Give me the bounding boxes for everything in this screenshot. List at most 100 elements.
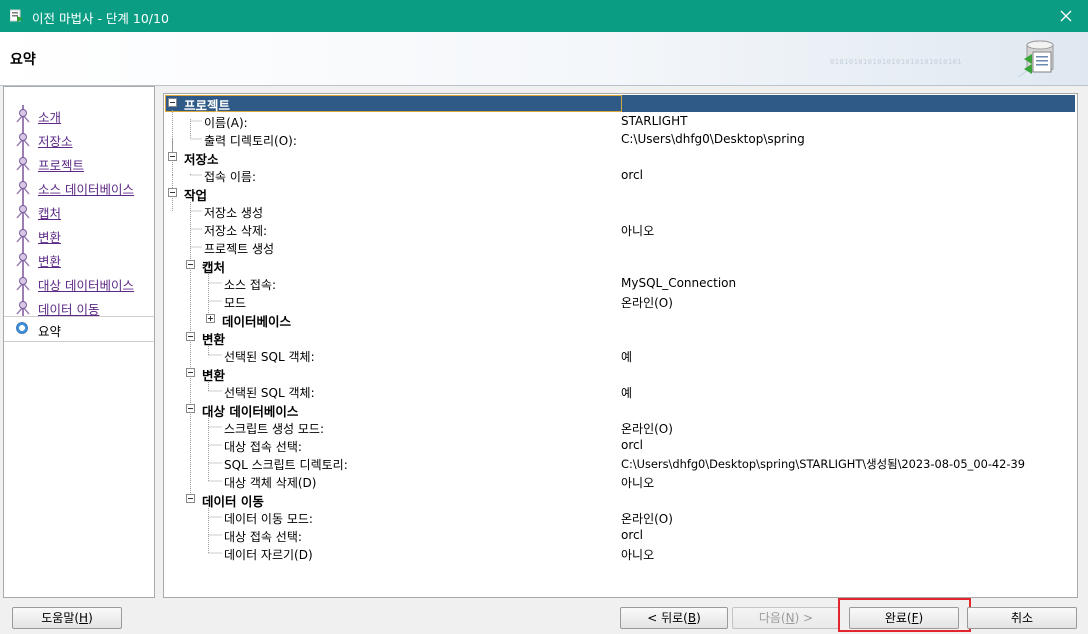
- tree-node-databases[interactable]: 데이터베이스: [164, 310, 1077, 329]
- property-value: 예: [621, 386, 633, 400]
- property-label: SQL 스크립트 디렉토리:: [224, 458, 348, 472]
- tree-node-project[interactable]: 프로젝트: [164, 94, 1077, 113]
- property-value: C:\Users\dhfg0\Desktop\spring\STARLIGHT\…: [621, 457, 1026, 471]
- step-capture[interactable]: 캡처: [4, 199, 154, 223]
- property-label: 대상 접속 선택:: [224, 530, 302, 544]
- property-value: orcl: [621, 168, 643, 182]
- step-node-icon: [16, 181, 30, 195]
- tree-row[interactable]: 저장소 생성: [164, 202, 1077, 220]
- step-convert-2[interactable]: 변환: [4, 247, 154, 271]
- help-key: H: [79, 611, 89, 625]
- property-value: 아니오: [621, 224, 655, 238]
- step-convert-1[interactable]: 변환: [4, 223, 154, 247]
- property-label: 데이터 이동 모드:: [224, 512, 313, 526]
- property-value: C:\Users\dhfg0\Desktop\spring: [621, 132, 805, 146]
- tree-row[interactable]: 이름(A): STARLIGHT: [164, 112, 1077, 130]
- tree-node-convert-2[interactable]: 변환: [164, 364, 1077, 383]
- property-value: orcl: [621, 438, 643, 452]
- window-title: 이전 마법사 - 단계 10/10: [32, 11, 169, 26]
- step-node-icon: [16, 277, 30, 291]
- collapse-toggle[interactable]: [168, 152, 177, 161]
- property-label: 프로젝트 생성: [204, 242, 275, 256]
- step-link[interactable]: 저장소: [38, 131, 73, 150]
- page-title: 요약: [10, 52, 36, 68]
- collapse-toggle[interactable]: [186, 260, 195, 269]
- back-close: ): [696, 611, 701, 625]
- tree-row[interactable]: 선택된 SQL 객체: 예: [164, 346, 1077, 364]
- step-link[interactable]: 프로젝트: [38, 155, 84, 174]
- step-link[interactable]: 소스 데이터베이스: [38, 179, 134, 198]
- property-label: 선택된 SQL 객체:: [224, 350, 315, 364]
- tree-node-capture[interactable]: 캡처: [164, 256, 1077, 275]
- step-node-icon: [16, 133, 30, 147]
- property-value: 아니오: [621, 476, 655, 490]
- collapse-toggle[interactable]: [186, 494, 195, 503]
- cancel-label: 취소: [1010, 611, 1034, 625]
- tree-row[interactable]: 선택된 SQL 객체: 예: [164, 382, 1077, 400]
- step-link[interactable]: 캡처: [38, 203, 61, 222]
- tree-row[interactable]: 소스 접속: MySQL_Connection: [164, 274, 1077, 292]
- tree-row[interactable]: 데이터 이동 모드: 온라인(O): [164, 508, 1077, 526]
- property-label: 선택된 SQL 객체:: [224, 386, 315, 400]
- step-node-icon: [16, 109, 30, 123]
- property-value: orcl: [621, 528, 643, 542]
- property-label: 소스 접속:: [224, 278, 277, 292]
- tree-row[interactable]: 스크립트 생성 모드: 온라인(O): [164, 418, 1077, 436]
- step-source-database[interactable]: 소스 데이터베이스: [4, 175, 154, 199]
- step-link[interactable]: 소개: [38, 107, 61, 126]
- tree-row[interactable]: 대상 접속 선택: orcl: [164, 526, 1077, 544]
- tree-row[interactable]: 접속 이름: orcl: [164, 166, 1077, 184]
- step-link[interactable]: 변환: [38, 251, 61, 270]
- step-node-icon: [16, 157, 30, 171]
- step-node-icon: [16, 301, 30, 315]
- next-key: N: [785, 611, 795, 625]
- tree-row[interactable]: SQL 스크립트 디렉토리: C:\Users\dhfg0\Desktop\sp…: [164, 454, 1077, 472]
- step-intro[interactable]: 소개: [4, 103, 154, 127]
- tree-row[interactable]: 대상 객체 삭제(D) 아니오: [164, 472, 1077, 490]
- collapse-toggle[interactable]: [186, 332, 195, 341]
- collapse-toggle[interactable]: [168, 98, 177, 107]
- back-button[interactable]: < 뒤로(B): [620, 607, 728, 629]
- property-value: MySQL_Connection: [621, 276, 737, 290]
- step-target-database[interactable]: 대상 데이터베이스: [4, 271, 154, 295]
- property-value: 예: [621, 350, 633, 364]
- property-label: 모드: [224, 296, 247, 310]
- tree-node-repository[interactable]: 저장소: [164, 148, 1077, 167]
- property-label: 저장소 삭제:: [204, 224, 268, 238]
- tree-row[interactable]: 대상 접속 선택: orcl: [164, 436, 1077, 454]
- tree-row[interactable]: 출력 디렉토리(O): C:\Users\dhfg0\Desktop\sprin…: [164, 130, 1077, 148]
- tree-row[interactable]: 프로젝트 생성: [164, 238, 1077, 256]
- help-button[interactable]: 도움말(H): [12, 607, 122, 629]
- tree-node-convert-1[interactable]: 변환: [164, 328, 1077, 347]
- step-link[interactable]: 대상 데이터베이스: [38, 275, 134, 294]
- back-label: < 뒤로(: [647, 611, 688, 625]
- expand-toggle[interactable]: [206, 314, 215, 323]
- property-label: 대상 객체 삭제(D): [224, 476, 317, 490]
- property-label: 스크립트 생성 모드:: [224, 422, 324, 436]
- collapse-toggle[interactable]: [168, 188, 177, 197]
- close-button[interactable]: [1044, 0, 1088, 32]
- step-repository[interactable]: 저장소: [4, 127, 154, 151]
- next-close: ) >: [794, 611, 814, 625]
- tree-row[interactable]: 저장소 삭제: 아니오: [164, 220, 1077, 238]
- help-close: ): [88, 611, 93, 625]
- property-label: 저장소 생성: [204, 206, 264, 220]
- back-key: B: [687, 611, 697, 625]
- current-step-icon: [16, 322, 28, 334]
- tree-row[interactable]: 모드 온라인(O): [164, 292, 1077, 310]
- property-label: 대상 접속 선택:: [224, 440, 302, 454]
- tree-node-target-database[interactable]: 대상 데이터베이스: [164, 400, 1077, 419]
- step-summary-active[interactable]: 요약: [4, 316, 154, 342]
- collapse-toggle[interactable]: [186, 368, 195, 377]
- tree-row[interactable]: 데이터 자르기(D) 아니오: [164, 544, 1077, 562]
- step-project[interactable]: 프로젝트: [4, 151, 154, 175]
- tree-node-data-move[interactable]: 데이터 이동: [164, 490, 1077, 509]
- tree-node-tasks[interactable]: 작업: [164, 184, 1077, 203]
- next-label: 다음(: [758, 611, 786, 625]
- property-label: 데이터 자르기(D): [224, 548, 313, 562]
- collapse-toggle[interactable]: [186, 404, 195, 413]
- cancel-button[interactable]: 취소: [967, 607, 1077, 629]
- page-header: 요약 0101010101010101010101010101: [0, 32, 1088, 86]
- step-link[interactable]: 변환: [38, 227, 61, 246]
- next-button[interactable]: 다음(N) >: [732, 607, 840, 629]
